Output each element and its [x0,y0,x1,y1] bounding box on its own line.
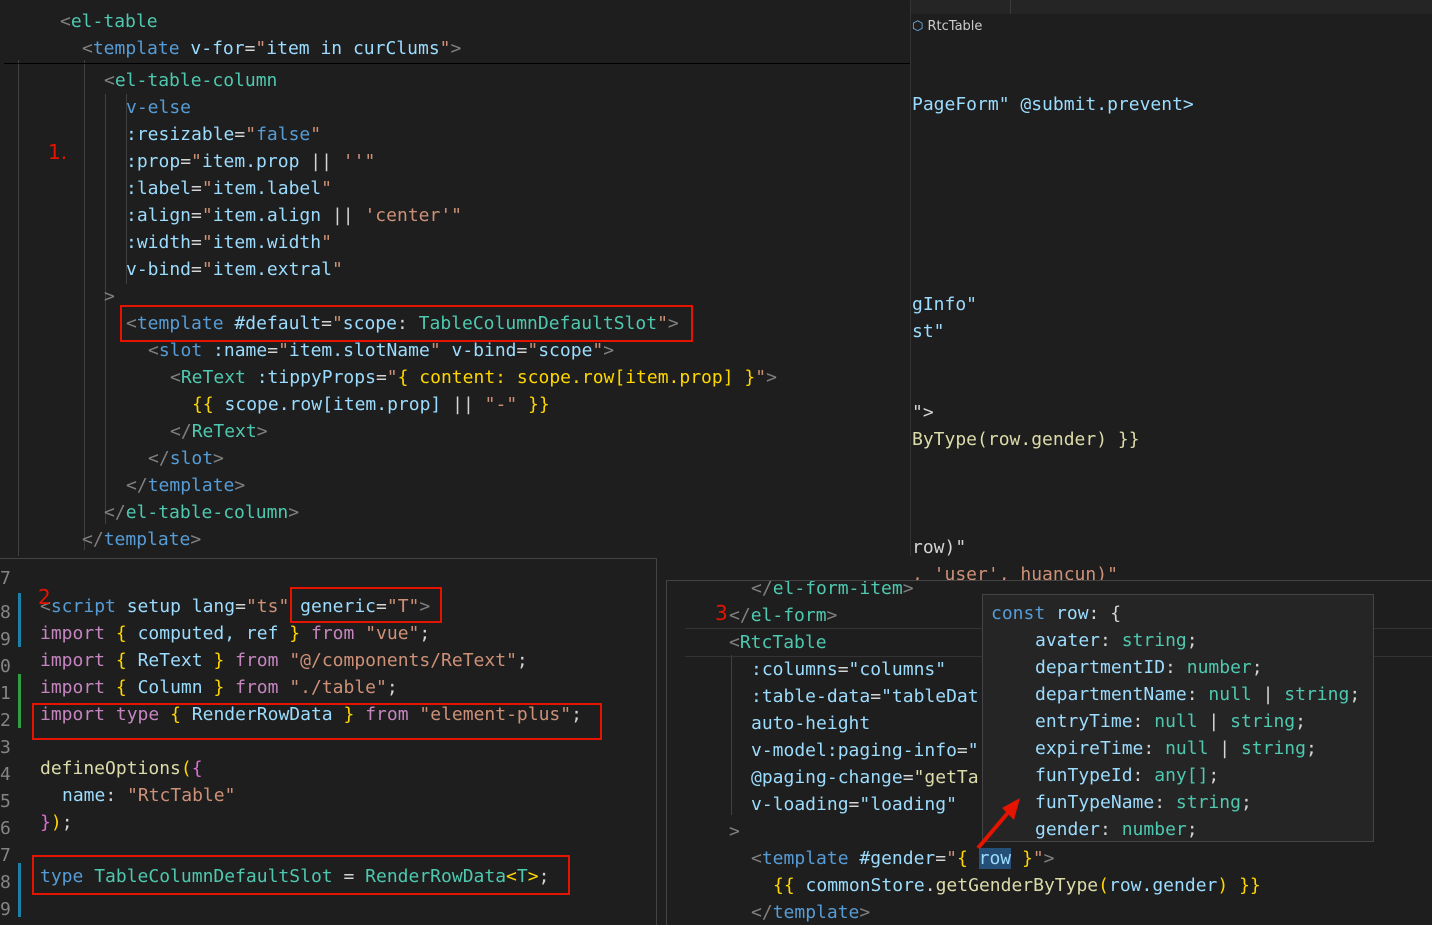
diff-marker [18,593,21,647]
tooltip-field-departmentName: departmentName: null | string; [1035,684,1361,705]
code-line: v-bind="item.extral" [126,259,343,280]
code-line: import { computed, ref } from "vue"; [40,623,431,644]
breadcrumb-item[interactable]: RtcTable [928,19,983,34]
code-line: </template> [126,475,246,496]
highlight-box-type-alias [32,855,570,895]
code-line: import { Column } from "./table"; [40,677,398,698]
tooltip-field-expireTime: expireTime: null | string; [1035,738,1317,759]
code-line: :columns="columns" [751,659,947,680]
code-line: v-model:paging-info=" [751,740,979,761]
code-line: :align="item.align || 'center'" [126,205,463,226]
code-line: <el-table [60,11,158,32]
diff-marker [18,863,21,917]
code-line: defineOptions({ [40,758,203,779]
hover-tooltip: const row: { avater: string; departmentID… [982,594,1374,842]
code-line: v-else [126,97,192,118]
sticky-scroll-divider [4,63,910,64]
code-line: </el-form> [729,605,838,626]
tooltip-field-entryTime: entryTime: null | string; [1035,711,1306,732]
back-code-line: "> [912,402,934,423]
annotation-three: 3 [715,601,728,625]
code-line: <RtcTable [729,632,827,653]
back-code-line: PageForm" @submit.prevent> [912,94,1194,115]
code-line: </template> [82,529,202,550]
code-line: > [729,821,740,842]
highlight-box-import-type [32,703,602,740]
code-line: name: "RtcTable" [62,785,236,806]
back-code-line: st" [912,321,945,342]
code-line: </ReText> [170,421,268,442]
code-line: </template> [751,902,871,923]
code-line: auto-height [751,713,871,734]
breadcrumb: ⬡ RtcTable [912,17,982,37]
tooltip-field-funTypeName: funTypeName: string; [1035,792,1252,813]
code-line: :table-data="tableDat [751,686,979,707]
tooltip-line: const row: { [991,603,1122,624]
code-line: :width="item.width" [126,232,332,253]
code-line: <template v-for="item in curClums"> [82,38,462,59]
tooltip-field-avater: avater: string; [1035,630,1198,651]
back-code-line: ByType(row.gender) }} [912,429,1140,450]
code-line: :resizable="false" [126,124,322,145]
code-line: </el-form-item> [751,580,914,599]
code-line: v-loading="loading" [751,794,957,815]
code-line: import { ReText } from "@/components/ReT… [40,650,528,671]
code-line: :label="item.label" [126,178,332,199]
tooltip-field-funTypeId: funTypeId: any[]; [1035,765,1220,786]
code-line: <ReText :tippyProps="{ content: scope.ro… [170,367,777,388]
code-line: @paging-change="getTa [751,767,979,788]
back-code-line: gInfo" [912,294,978,315]
component-icon: ⬡ [912,19,924,34]
annotation-arrow [976,798,1020,850]
code-line: :prop="item.prop || ''" [126,151,376,172]
tab-index-dts[interactable] [1010,0,1151,14]
code-line: </el-table-column> [104,502,300,523]
back-code-line: row)" [912,537,967,558]
editor-pane-template: <el-table <template v-for="item in curCl… [4,0,911,556]
highlight-box-default-slot [120,305,693,342]
diff-marker [18,674,21,728]
code-line: }); [40,812,73,833]
code-line: </slot> [148,448,224,469]
tooltip-field-gender: gender: number; [1035,819,1198,840]
code-line: {{ commonStore.getGenderByType(row.gende… [773,875,1261,896]
code-line: > [104,286,115,307]
editor-pane-script: 7 8 9 0 1 2 3 4 5 6 7 8 9 <script setup … [0,558,657,925]
tooltip-field-departmentID: departmentID: number; [1035,657,1263,678]
highlight-box-generic [290,587,442,623]
code-line: {{ scope.row[item.prop] || "-" }} [192,394,550,415]
code-line: <el-table-column [104,70,278,91]
annotation-two: 2 [38,585,51,609]
annotation-one: 1. [48,140,68,164]
back-tab-bar [900,0,1432,14]
